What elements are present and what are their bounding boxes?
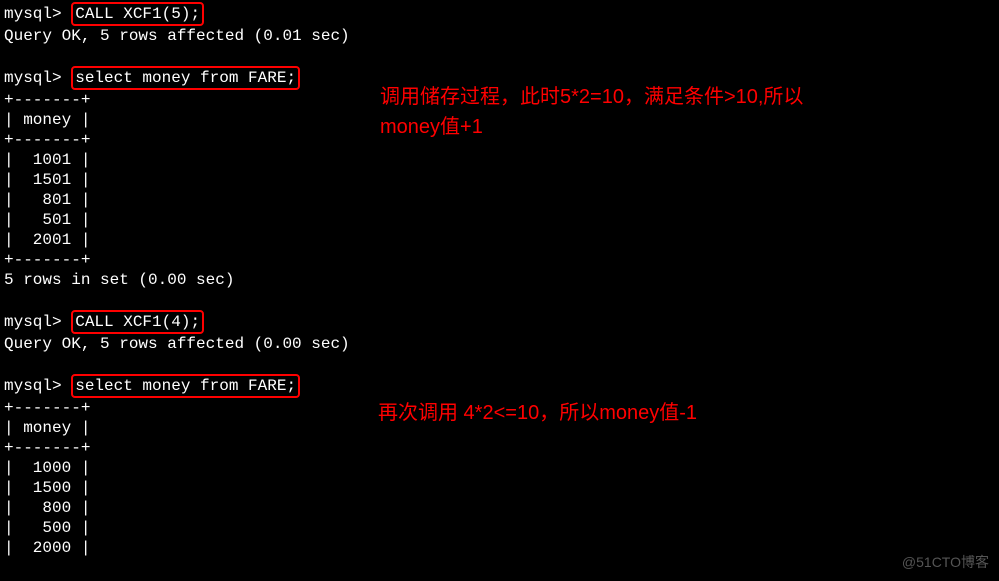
table-row: | 1000 |	[0, 458, 999, 478]
blank-line	[0, 354, 999, 374]
annotation-2: 再次调用 4*2<=10，所以money值-1	[378, 398, 697, 428]
terminal-line: mysql> CALL XCF1(4);	[0, 310, 999, 334]
mysql-prompt: mysql>	[4, 377, 62, 395]
table-row: | 500 |	[0, 518, 999, 538]
terminal-line: mysql> CALL XCF1(5);	[0, 2, 999, 26]
table-footer: 5 rows in set (0.00 sec)	[0, 270, 999, 290]
annotation-1: 调用储存过程，此时5*2=10，满足条件>10,所以 money值+1	[380, 82, 803, 142]
table-row: | 1001 |	[0, 150, 999, 170]
table-row: | 501 |	[0, 210, 999, 230]
table-divider: +-------+	[0, 250, 999, 270]
annotation-1-line-2: money值+1	[380, 112, 803, 142]
mysql-prompt: mysql>	[4, 69, 62, 87]
mysql-prompt: mysql>	[4, 5, 62, 23]
table-row: | 1501 |	[0, 170, 999, 190]
query-result-3: Query OK, 5 rows affected (0.00 sec)	[0, 334, 999, 354]
table-row: | 801 |	[0, 190, 999, 210]
table-row: | 1500 |	[0, 478, 999, 498]
table-row: | 2001 |	[0, 230, 999, 250]
blank-line	[0, 290, 999, 310]
mysql-prompt: mysql>	[4, 313, 62, 331]
terminal-line: mysql> select money from FARE;	[0, 374, 999, 398]
command-highlight-3: CALL XCF1(4);	[71, 310, 204, 334]
table-row: | 2000 |	[0, 538, 999, 558]
query-result-1: Query OK, 5 rows affected (0.01 sec)	[0, 26, 999, 46]
command-highlight-1: CALL XCF1(5);	[71, 2, 204, 26]
blank-line	[0, 46, 999, 66]
command-highlight-2: select money from FARE;	[71, 66, 300, 90]
watermark: @51CTO博客	[902, 554, 989, 572]
table-row: | 800 |	[0, 498, 999, 518]
command-highlight-4: select money from FARE;	[71, 374, 300, 398]
table-divider: +-------+	[0, 438, 999, 458]
annotation-1-line-1: 调用储存过程，此时5*2=10，满足条件>10,所以	[380, 82, 803, 112]
